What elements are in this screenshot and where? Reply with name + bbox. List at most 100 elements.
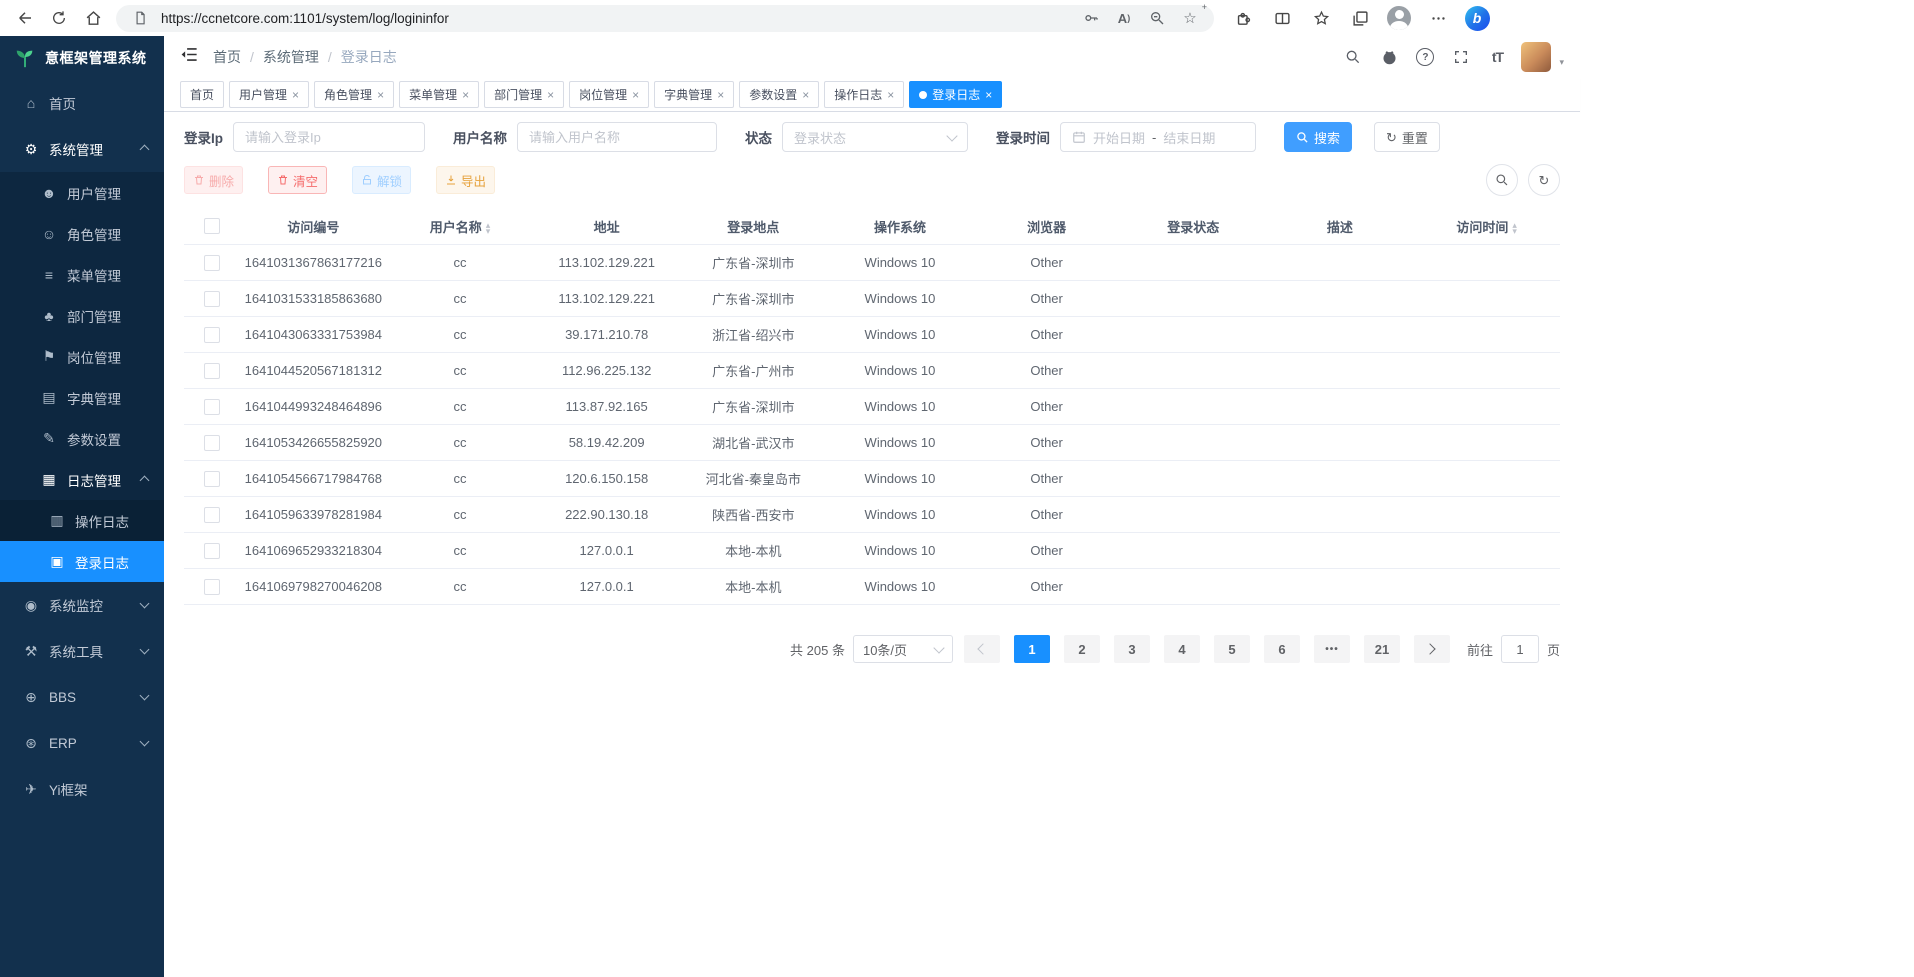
name-filter-input[interactable] <box>517 122 717 152</box>
browser-profile-avatar[interactable] <box>1384 3 1414 33</box>
goto-page-input[interactable] <box>1501 635 1539 663</box>
font-size-icon[interactable]: tT <box>1485 45 1509 69</box>
header-search-icon[interactable] <box>1341 45 1365 69</box>
breadcrumb-item-system[interactable]: 系统管理 <box>263 47 319 67</box>
add-favorite-icon[interactable]: ☆ <box>1178 6 1202 30</box>
page-button-2[interactable]: 2 <box>1064 635 1100 663</box>
row-checkbox[interactable] <box>204 579 220 595</box>
more-pages-button[interactable]: ••• <box>1314 635 1350 663</box>
tab-close-icon[interactable] <box>547 89 554 101</box>
sidebar-item-post-mgmt[interactable]: 岗位管理 <box>0 336 164 377</box>
tab-posts[interactable]: 岗位管理 <box>569 81 649 108</box>
tab-close-icon[interactable] <box>717 89 724 101</box>
sidebar-item-menu-mgmt[interactable]: 菜单管理 <box>0 254 164 295</box>
tab-roles[interactable]: 角色管理 <box>314 81 394 108</box>
ip-filter-input[interactable] <box>233 122 425 152</box>
sidebar-item-login-log[interactable]: 登录日志 <box>0 541 164 582</box>
copilot-button[interactable]: b <box>1462 3 1492 33</box>
unlock-button[interactable]: 解锁 <box>352 166 411 194</box>
user-avatar[interactable] <box>1521 42 1551 72</box>
read-aloud-icon[interactable]: A <box>1112 6 1136 30</box>
next-page-button[interactable] <box>1414 635 1450 663</box>
tab-close-icon[interactable] <box>632 89 639 101</box>
row-checkbox[interactable] <box>204 363 220 379</box>
sidebar-item-role-mgmt[interactable]: 角色管理 <box>0 213 164 254</box>
delete-button[interactable]: 删除 <box>184 166 243 194</box>
date-range-picker[interactable]: 开始日期 - 结束日期 <box>1060 122 1256 152</box>
sidebar-item-bbs[interactable]: BBS <box>0 674 164 720</box>
sidebar-item-yi-framework[interactable]: Yi框架 <box>0 766 164 812</box>
col-username[interactable]: 用户名称▴▾ <box>387 208 534 245</box>
app-logo[interactable]: 意框架管理系统 <box>0 36 164 80</box>
tab-users[interactable]: 用户管理 <box>229 81 309 108</box>
page-button-21[interactable]: 21 <box>1364 635 1400 663</box>
row-checkbox[interactable] <box>204 327 220 343</box>
home-button[interactable] <box>76 3 110 33</box>
reset-button[interactable]: ↻ 重置 <box>1374 122 1440 152</box>
export-button[interactable]: 导出 <box>436 166 495 194</box>
tab-params[interactable]: 参数设置 <box>739 81 819 108</box>
refresh-table-button[interactable]: ↻ <box>1528 164 1560 196</box>
row-checkbox[interactable] <box>204 255 220 271</box>
tab-loginlog[interactable]: 登录日志 <box>909 81 1002 108</box>
fullscreen-icon[interactable] <box>1449 45 1473 69</box>
help-icon[interactable]: ? <box>1413 45 1437 69</box>
browser-menu-icon[interactable] <box>1423 3 1453 33</box>
sidebar-item-log-mgmt[interactable]: 日志管理 <box>0 459 164 500</box>
row-checkbox[interactable] <box>204 291 220 307</box>
zoom-out-icon[interactable] <box>1145 6 1169 30</box>
tab-close-icon[interactable] <box>377 89 384 101</box>
split-screen-icon[interactable] <box>1267 3 1297 33</box>
status-select[interactable]: 登录状态 <box>782 122 968 152</box>
refresh-button[interactable] <box>42 3 76 33</box>
site-info-icon[interactable] <box>128 6 152 30</box>
tab-menus[interactable]: 菜单管理 <box>399 81 479 108</box>
tab-dicts[interactable]: 字典管理 <box>654 81 734 108</box>
row-checkbox[interactable] <box>204 543 220 559</box>
back-button[interactable] <box>8 3 42 33</box>
sidebar-toggle[interactable] <box>180 45 199 69</box>
sidebar-item-system-mgmt[interactable]: 系统管理 <box>0 126 164 172</box>
tab-operlog[interactable]: 操作日志 <box>824 81 904 108</box>
row-checkbox[interactable] <box>204 399 220 415</box>
page-button-1[interactable]: 1 <box>1014 635 1050 663</box>
row-checkbox[interactable] <box>204 507 220 523</box>
sidebar-item-param-settings[interactable]: 参数设置 <box>0 418 164 459</box>
select-all-checkbox[interactable] <box>204 218 220 234</box>
sidebar-item-dept-mgmt[interactable]: 部门管理 <box>0 295 164 336</box>
sidebar-item-erp[interactable]: ERP <box>0 720 164 766</box>
tab-close-icon[interactable] <box>802 89 809 101</box>
toggle-search-button[interactable] <box>1486 164 1518 196</box>
sidebar-item-user-mgmt[interactable]: 用户管理 <box>0 172 164 213</box>
sort-icons[interactable]: ▴▾ <box>1512 222 1517 234</box>
sort-icons[interactable]: ▴▾ <box>486 222 491 234</box>
tab-close-icon[interactable] <box>462 89 469 101</box>
page-button-6[interactable]: 6 <box>1264 635 1300 663</box>
page-size-select[interactable]: 10条/页 <box>853 635 953 663</box>
col-time[interactable]: 访问时间▴▾ <box>1413 208 1560 245</box>
clear-button[interactable]: 清空 <box>268 166 327 194</box>
github-icon[interactable] <box>1377 45 1401 69</box>
extensions-icon[interactable] <box>1228 3 1258 33</box>
tab-close-icon[interactable] <box>985 89 992 101</box>
tab-home[interactable]: 首页 <box>180 81 224 108</box>
address-bar[interactable]: https://ccnetcore.com:1101/system/log/lo… <box>116 5 1214 32</box>
page-button-4[interactable]: 4 <box>1164 635 1200 663</box>
sidebar-item-home[interactable]: 首页 <box>0 80 164 126</box>
password-key-icon[interactable] <box>1079 6 1103 30</box>
sidebar-item-tools[interactable]: 系统工具 <box>0 628 164 674</box>
tab-close-icon[interactable] <box>292 89 299 101</box>
page-button-5[interactable]: 5 <box>1214 635 1250 663</box>
url-text[interactable]: https://ccnetcore.com:1101/system/log/lo… <box>161 11 1070 26</box>
row-checkbox[interactable] <box>204 471 220 487</box>
sidebar-item-dict-mgmt[interactable]: 字典管理 <box>0 377 164 418</box>
prev-page-button[interactable] <box>964 635 1000 663</box>
sidebar-item-oper-log[interactable]: 操作日志 <box>0 500 164 541</box>
sidebar-item-monitor[interactable]: 系统监控 <box>0 582 164 628</box>
row-checkbox[interactable] <box>204 435 220 451</box>
search-button[interactable]: 搜索 <box>1284 122 1352 152</box>
breadcrumb-item-home[interactable]: 首页 <box>213 47 241 67</box>
page-button-3[interactable]: 3 <box>1114 635 1150 663</box>
tab-close-icon[interactable] <box>887 89 894 101</box>
tab-depts[interactable]: 部门管理 <box>484 81 564 108</box>
